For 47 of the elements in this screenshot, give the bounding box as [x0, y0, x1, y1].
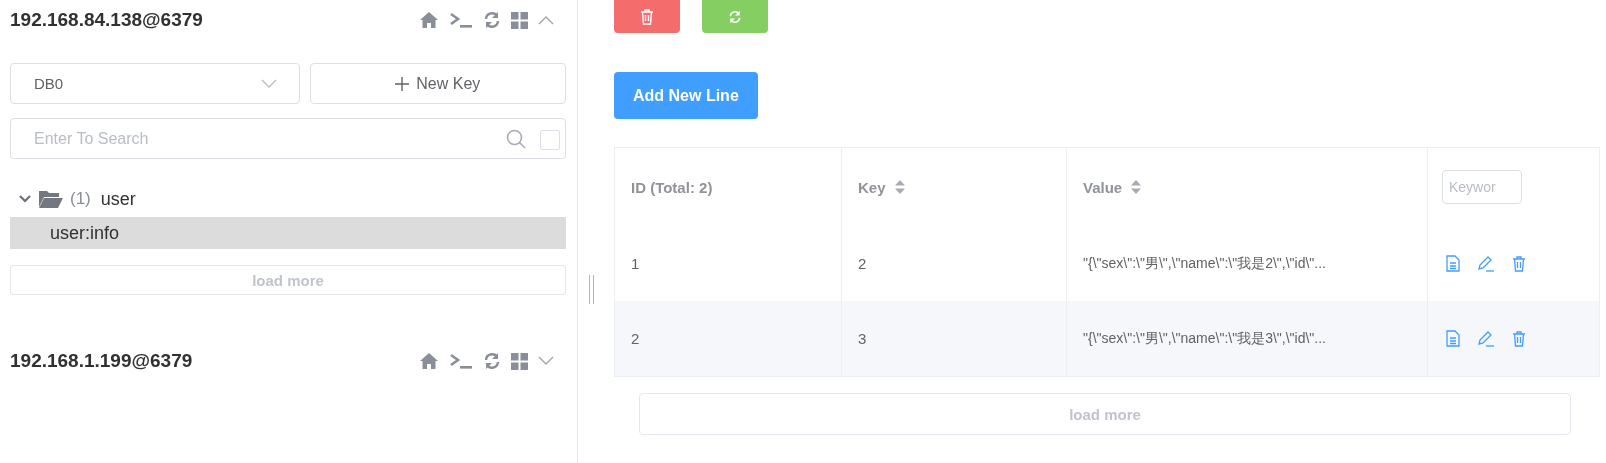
home-icon[interactable] [419, 352, 439, 370]
plus-icon [395, 76, 410, 91]
table-cell: "{\"sex\":\"男\",\"name\":\"我是2\",\"id\"... [1083, 254, 1326, 273]
table-cell: "{\"sex\":\"男\",\"name\":\"我是3\",\"id\"... [1083, 329, 1326, 348]
terminal-icon[interactable] [449, 353, 473, 369]
keyword-field[interactable]: Keywor [1442, 170, 1522, 204]
expand-icon[interactable] [538, 356, 554, 366]
connection-host[interactable]: 192.168.1.199@6379 [10, 350, 193, 372]
document-icon[interactable] [1446, 330, 1460, 347]
terminal-icon[interactable] [449, 12, 473, 28]
refresh-button[interactable] [702, 0, 768, 33]
chevron-icon[interactable] [18, 194, 32, 204]
refresh-icon [728, 9, 742, 24]
resize-handle[interactable] [589, 275, 594, 304]
grid-icon[interactable] [511, 352, 528, 370]
edit-icon[interactable] [1477, 330, 1495, 347]
column-header[interactable]: Key [858, 178, 886, 196]
folder-name[interactable]: user [100, 188, 136, 210]
trash-icon[interactable] [1512, 255, 1526, 272]
trash-icon[interactable] [1512, 330, 1526, 347]
column-header[interactable]: Value [1083, 178, 1123, 196]
table-cell: 2 [858, 255, 867, 272]
key-item[interactable]: user:info [10, 217, 566, 249]
column-header: ID (Total: 2) [631, 178, 713, 196]
home-icon[interactable] [419, 11, 439, 29]
table-cell: 2 [631, 330, 640, 347]
new-key-button[interactable]: New Key [309, 63, 567, 104]
search-field[interactable]: Enter To Search [10, 118, 566, 159]
chevron-down-icon [260, 79, 277, 88]
table-cell: 1 [631, 255, 640, 272]
search-icon[interactable] [506, 129, 526, 149]
trash-icon [640, 8, 654, 25]
checkbox[interactable] [540, 130, 560, 150]
refresh-icon[interactable] [483, 352, 501, 370]
folder-icon [38, 189, 64, 209]
delete-button[interactable] [614, 0, 680, 33]
collapse-icon[interactable] [538, 15, 554, 25]
edit-icon[interactable] [1477, 255, 1495, 272]
refresh-icon[interactable] [483, 11, 501, 29]
key-count: (1) [70, 189, 91, 209]
grid-icon[interactable] [511, 11, 528, 29]
document-icon[interactable] [1446, 255, 1460, 272]
sort-icon[interactable] [893, 179, 906, 195]
table-cell: 3 [858, 330, 867, 347]
connection-host[interactable]: 192.168.84.138@6379 [10, 9, 203, 31]
database-select[interactable]: DB0 [10, 63, 300, 104]
sort-icon[interactable] [1130, 179, 1143, 195]
